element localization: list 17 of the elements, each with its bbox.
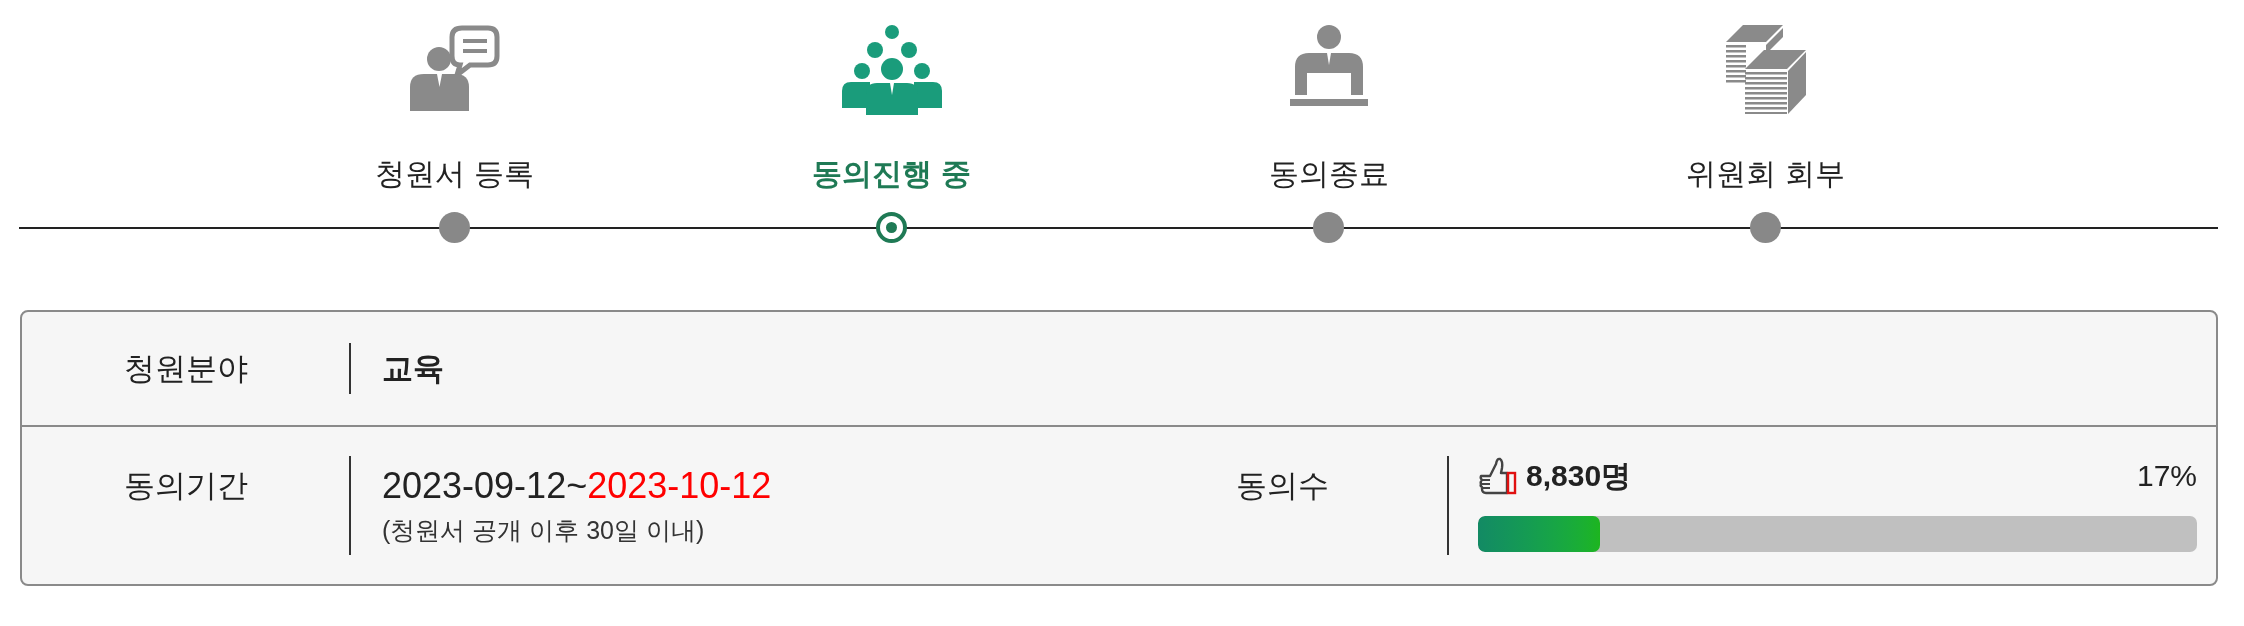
- field-label: 청원분야: [122, 349, 249, 388]
- thumbs-up-icon: [1478, 456, 1518, 496]
- document-stack-icon: [1725, 25, 1806, 114]
- step-label: 위원회 회부: [1686, 157, 1845, 191]
- agreement-count-label: 동의수: [1236, 467, 1329, 505]
- step-label: 청원서 등록: [375, 157, 534, 191]
- agreement-percent: 17%: [2136, 458, 2197, 494]
- field-value: 교육: [381, 349, 444, 388]
- step-label: 동의진행 중: [812, 157, 971, 191]
- person-speech-bubble-icon: [409, 25, 500, 111]
- people-group-icon: [841, 25, 942, 115]
- agreement-count: 8,830명: [1526, 458, 1632, 494]
- step-label: 동의종료: [1268, 157, 1389, 191]
- period-note: (청원서 공개 이후 30일 이내): [382, 515, 705, 545]
- period-dates: 2023-09-12~2023-10-12: [382, 466, 772, 506]
- period-label: 동의기간: [123, 467, 248, 505]
- person-at-podium-icon: [1289, 25, 1368, 106]
